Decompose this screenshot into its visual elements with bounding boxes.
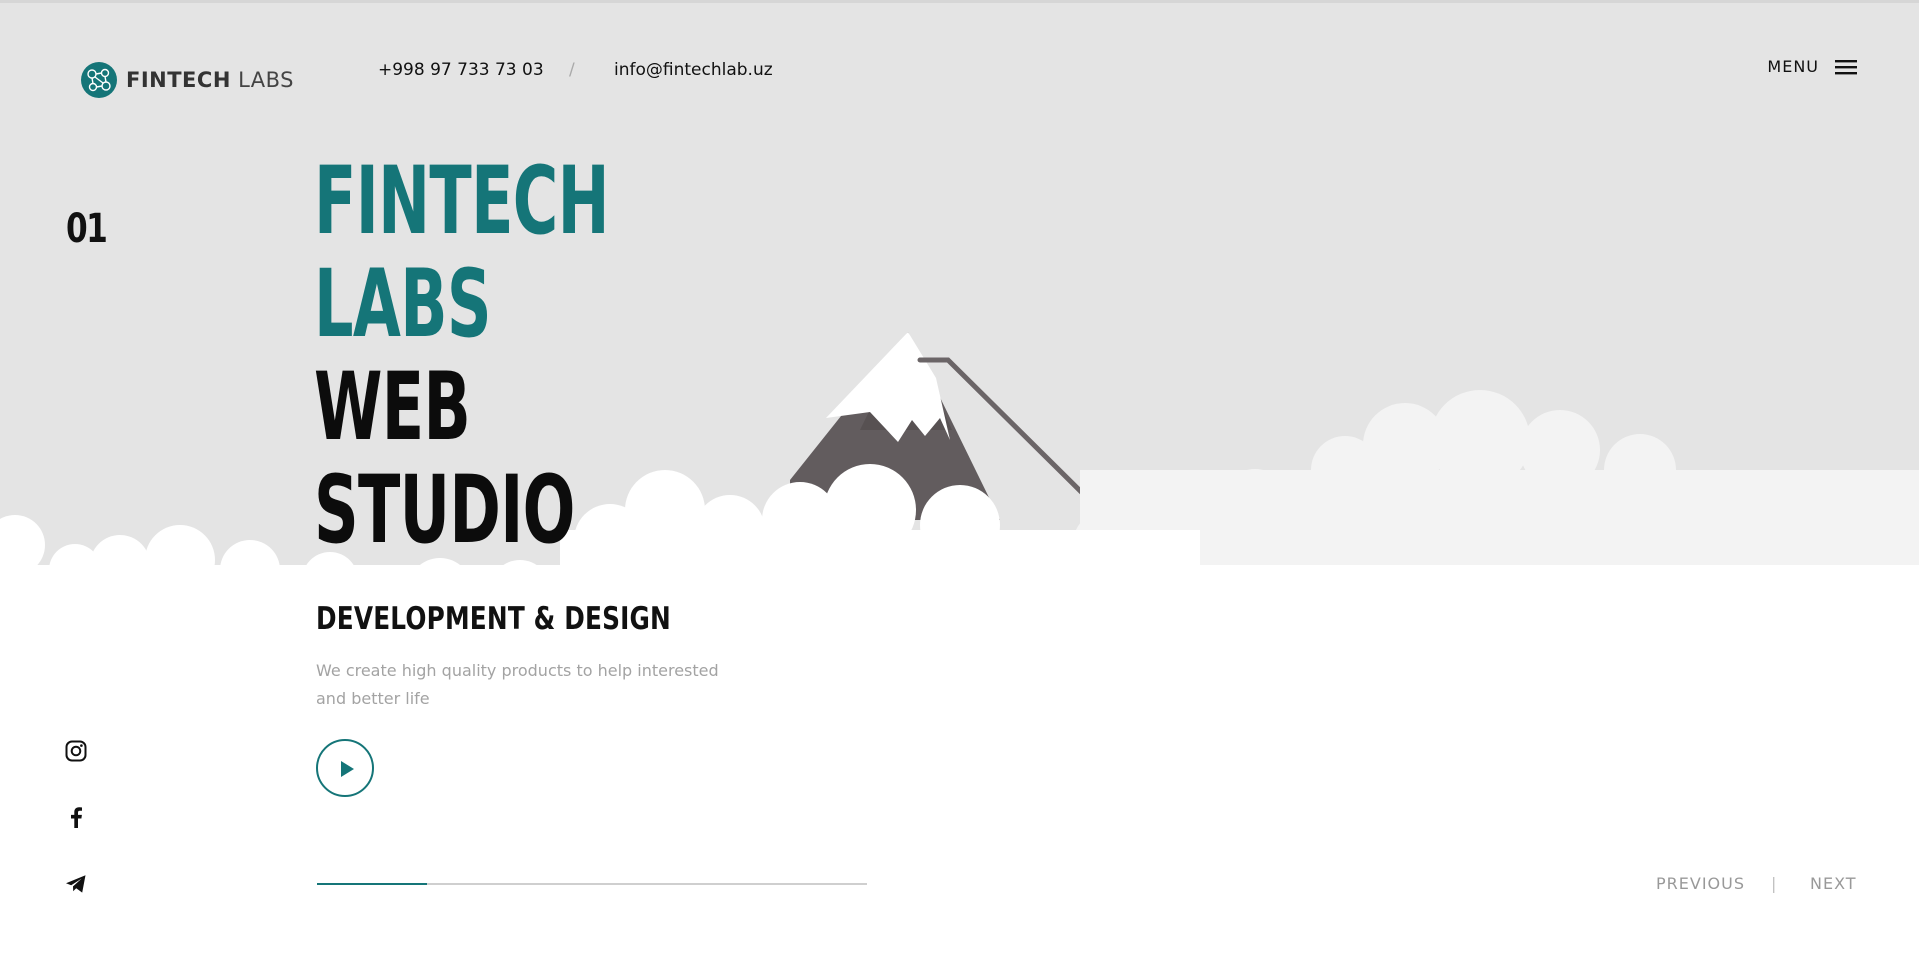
email-link[interactable]: info@fintechlab.uz [614,60,773,80]
nav-divider: | [1771,874,1778,893]
hero-illustration [0,332,1919,958]
facebook-icon [71,807,82,828]
headline-line-4: STUDIO [314,456,575,565]
hero-subheading: DEVELOPMENT & DESIGN [316,601,671,637]
slide-progress-bar [317,883,867,885]
brand-logo[interactable]: FINTECH LABS [80,61,294,99]
hero-headline: FINTECH LABS WEB STUDIO [314,147,610,565]
logo-mark-icon [81,62,117,98]
play-icon [341,761,354,777]
telegram-icon [66,875,86,893]
hamburger-icon [1835,59,1857,74]
instagram-link[interactable] [64,739,88,763]
menu-button[interactable]: MENU [1767,57,1857,76]
top-border [0,0,1919,3]
hero-description: We create high quality products to help … [316,661,719,708]
contact-separator: / [569,60,575,80]
slide-progress-fill [317,883,427,885]
menu-label: MENU [1767,57,1819,76]
hero-page: FINTECH LABS +998 97 733 73 03 / info@fi… [0,0,1919,958]
next-slide-button[interactable]: NEXT [1810,874,1857,893]
headline-line-2: LABS [314,250,492,359]
previous-slide-button[interactable]: PREVIOUS [1656,874,1745,893]
telegram-link[interactable] [64,872,88,896]
instagram-icon [65,740,87,762]
headline-line-3: WEB [314,353,471,462]
logo-wordmark: FINTECH LABS [126,68,294,92]
headline-line-1: FINTECH [314,147,610,256]
logo-light-text: LABS [238,68,294,92]
phone-link[interactable]: +998 97 733 73 03 [378,60,544,80]
play-video-button[interactable] [316,739,374,797]
logo-bold-text: FINTECH [126,68,231,92]
slide-number: 01 [66,206,108,252]
facebook-link[interactable] [64,805,88,829]
